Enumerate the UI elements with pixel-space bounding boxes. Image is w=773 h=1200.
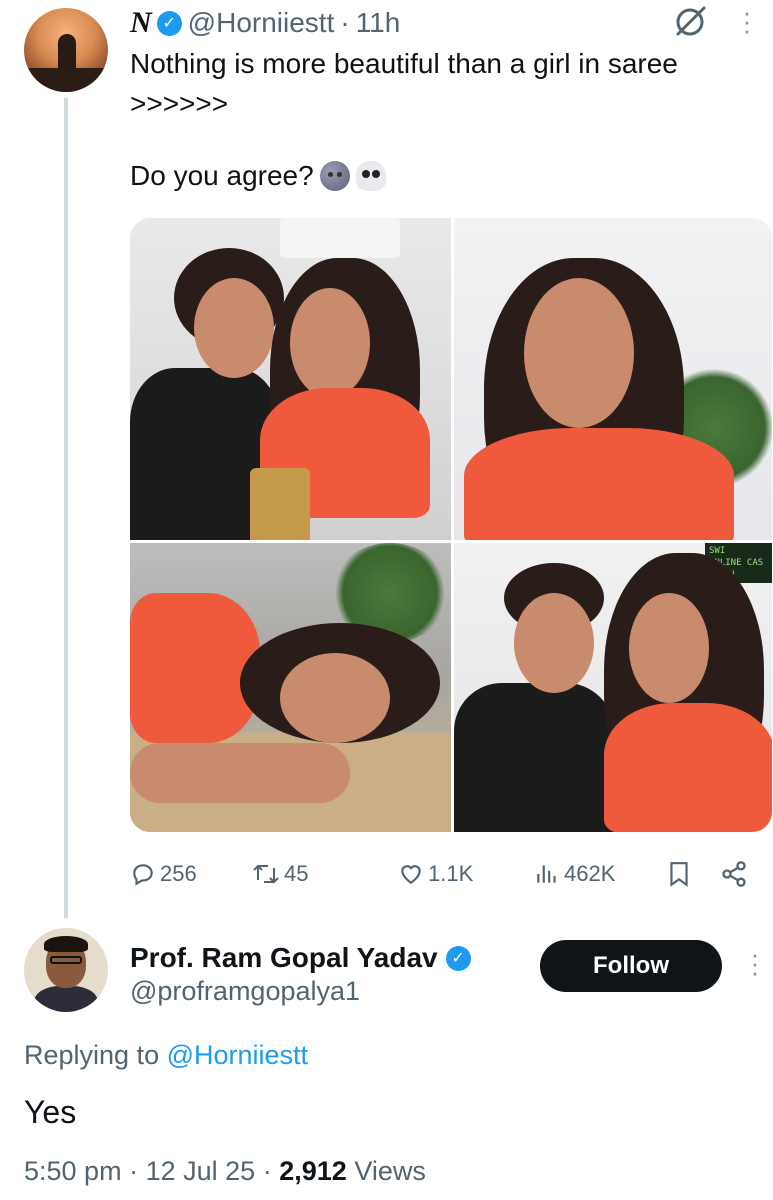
reply-author-avatar[interactable] (24, 928, 108, 1012)
share-icon (722, 861, 746, 887)
reply-button[interactable]: 256 (130, 854, 197, 894)
views-button[interactable]: 462K (534, 854, 615, 894)
like-count: 1.1K (428, 861, 474, 886)
repost-icon (253, 864, 279, 884)
reply-author-name[interactable]: Prof. Ram Gopal Yadav (130, 942, 438, 974)
verified-badge-icon: ✓ (445, 945, 471, 971)
repost-button[interactable]: 45 (252, 854, 308, 894)
tweet-action-bar: 256 45 1.1K 462K (130, 854, 760, 894)
meta-separator: · (129, 1156, 139, 1186)
reply-text: Yes (24, 1094, 77, 1130)
heart-icon (401, 865, 421, 884)
author-name[interactable]: N (130, 6, 152, 40)
reply-author-handle[interactable]: @proframgopalya1 (130, 976, 360, 1007)
tweet-text-line-1: Nothing is more beautiful than a girl in… (130, 48, 678, 79)
meta-separator: · (262, 1156, 272, 1186)
reply-date[interactable]: 12 Jul 25 (146, 1156, 256, 1186)
tweet-media-grid[interactable]: SWI ONLINE CAS PLAY! (130, 218, 772, 832)
like-button[interactable]: 1.1K (398, 854, 473, 894)
tweet-time[interactable]: 11h (356, 7, 401, 39)
media-photo-2[interactable] (454, 218, 772, 540)
media-photo-1[interactable] (130, 218, 451, 540)
grok-icon[interactable] (672, 4, 708, 40)
bookmark-button[interactable] (666, 854, 696, 894)
bookmark-icon (670, 862, 688, 887)
reply-meta: 5:50 pm · 12 Jul 25 · 2,912 Views (24, 1156, 426, 1187)
tweet-text-line-2: >>>>>> (130, 88, 229, 119)
replying-to-prefix: Replying to (24, 1040, 160, 1070)
author-handle[interactable]: @Horniiestt (188, 7, 335, 39)
views-bar-icon (537, 865, 556, 883)
separator-dot: · (340, 7, 350, 38)
new-moon-face-emoji-icon (319, 161, 350, 191)
reply-icon (133, 864, 153, 886)
more-options-icon[interactable]: · · · (750, 941, 760, 985)
author-avatar[interactable] (24, 8, 108, 92)
replying-to-mention[interactable]: @Horniiestt (167, 1040, 308, 1070)
thread-line (64, 98, 68, 918)
follow-button[interactable]: Follow (540, 940, 722, 992)
tweet-text: Nothing is more beautiful than a girl in… (130, 44, 760, 196)
reply-count: 256 (160, 861, 197, 886)
views-count: 462K (564, 861, 616, 886)
media-photo-3[interactable] (130, 543, 451, 832)
more-options-icon[interactable]: · · · (742, 0, 752, 43)
tweet-header: N ✓ @Horniiestt · 11h (130, 4, 400, 42)
skull-emoji-icon (355, 161, 386, 191)
reply-time[interactable]: 5:50 pm (24, 1156, 122, 1186)
tweet-text-line-3: Do you agree? (130, 160, 314, 191)
verified-badge-icon: ✓ (156, 10, 182, 36)
reply-author-name-row: Prof. Ram Gopal Yadav ✓ (130, 940, 477, 976)
media-photo-4[interactable]: SWI ONLINE CAS PLAY! (454, 543, 772, 832)
reply-views-count: 2,912 (279, 1156, 347, 1186)
share-button[interactable] (720, 854, 752, 894)
reply-views-label: Views (354, 1156, 426, 1186)
replying-to-line: Replying to @Horniiestt (24, 1040, 308, 1071)
repost-count: 45 (284, 861, 309, 886)
